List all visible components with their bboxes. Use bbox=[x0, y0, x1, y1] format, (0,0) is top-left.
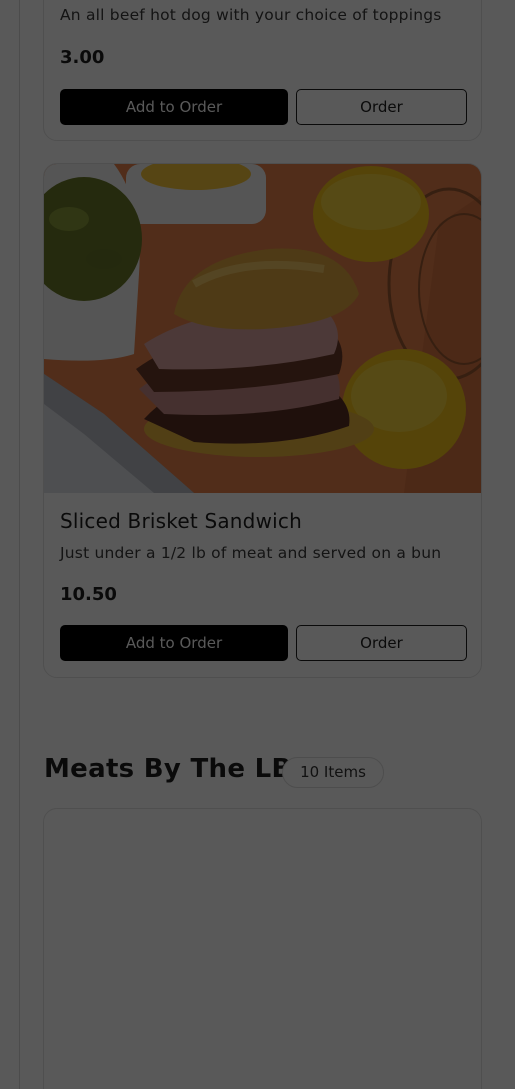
item-actions: Add to Order Order bbox=[60, 625, 467, 661]
item-count-badge: 10 Items bbox=[282, 757, 384, 788]
menu-page: An all beef hot dog with your choice of … bbox=[0, 0, 515, 1089]
menu-item-card-placeholder[interactable] bbox=[43, 808, 482, 1089]
order-button[interactable]: Order bbox=[296, 625, 467, 661]
item-description: An all beef hot dog with your choice of … bbox=[60, 6, 442, 24]
brisket-sandwich-photo bbox=[44, 164, 481, 493]
left-divider bbox=[19, 0, 20, 1089]
item-price: 3.00 bbox=[60, 47, 105, 68]
order-button[interactable]: Order bbox=[296, 89, 467, 125]
item-title: Sliced Brisket Sandwich bbox=[60, 509, 302, 533]
add-to-order-button[interactable]: Add to Order bbox=[60, 89, 288, 125]
menu-item-card-hot-dog[interactable]: An all beef hot dog with your choice of … bbox=[43, 0, 482, 141]
menu-item-card-brisket[interactable]: Sliced Brisket Sandwich Just under a 1/2… bbox=[43, 163, 482, 678]
item-description: Just under a 1/2 lb of meat and served o… bbox=[60, 544, 442, 562]
item-price: 10.50 bbox=[60, 584, 117, 605]
section-title: Meats By The LB bbox=[44, 754, 292, 784]
item-actions: Add to Order Order bbox=[60, 89, 467, 125]
add-to-order-button[interactable]: Add to Order bbox=[60, 625, 288, 661]
